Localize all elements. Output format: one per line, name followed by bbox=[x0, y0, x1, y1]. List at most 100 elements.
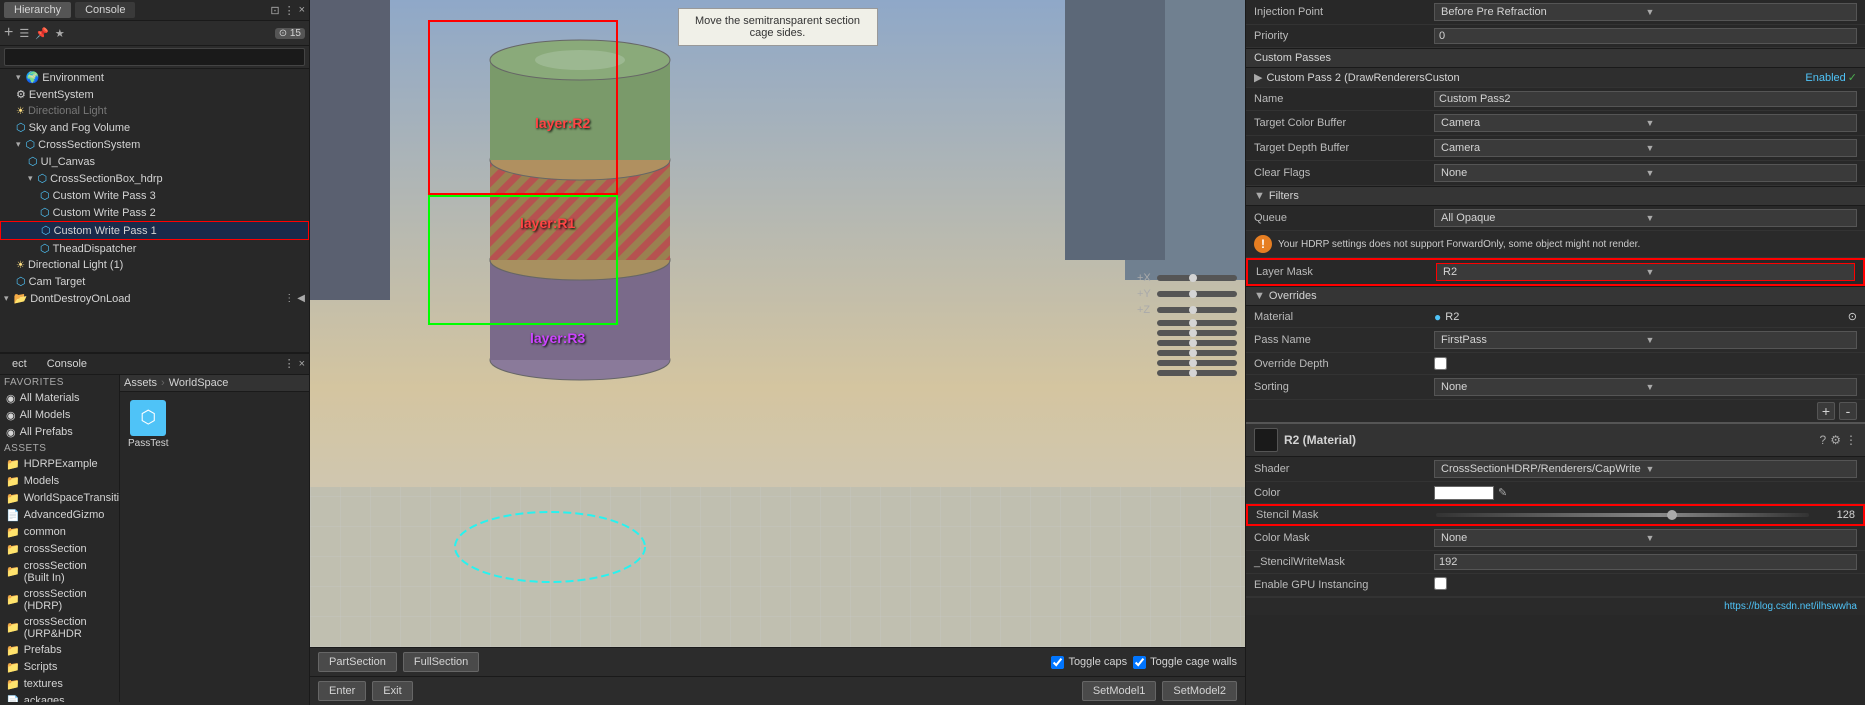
queue-dropdown[interactable]: All Opaque ▼ bbox=[1434, 209, 1857, 227]
eyedropper-icon[interactable]: ✎ bbox=[1498, 486, 1507, 499]
target-color-buffer-value: Camera bbox=[1441, 117, 1646, 129]
set-model2-button[interactable]: SetModel2 bbox=[1162, 681, 1237, 701]
z-axis-thumb bbox=[1189, 306, 1197, 314]
stencil-slider[interactable] bbox=[1436, 513, 1809, 517]
world-folder[interactable]: 📁 WorldSpaceTransitions bbox=[0, 490, 119, 507]
full-section-button[interactable]: FullSection bbox=[403, 652, 479, 672]
all-materials-item[interactable]: ◉ All Materials bbox=[0, 390, 119, 407]
pass-name-dropdown[interactable]: FirstPass ▼ bbox=[1434, 331, 1857, 349]
scripts-folder[interactable]: 📁 Scripts bbox=[0, 659, 119, 676]
close-panel-icon[interactable]: × bbox=[299, 4, 305, 16]
cross-urp-folder[interactable]: 📁 crossSection (URP&HDR bbox=[0, 614, 119, 642]
material-target-icon[interactable]: ⊙ bbox=[1848, 310, 1857, 323]
common-folder[interactable]: 📁 common bbox=[0, 524, 119, 541]
viewport-canvas[interactable]: Move the semitransparent section cage si… bbox=[310, 0, 1245, 647]
extra-slider-1[interactable] bbox=[1157, 320, 1237, 326]
models-folder[interactable]: 📁 Models bbox=[0, 473, 119, 490]
enable-gpu-checkbox[interactable] bbox=[1434, 577, 1447, 590]
hierarchy-item-pass3[interactable]: ⬡ Custom Write Pass 3 bbox=[0, 187, 309, 204]
asset-passtest[interactable]: ⬡ PassTest bbox=[124, 396, 173, 453]
triangle-icon: ▼ bbox=[1254, 190, 1265, 202]
shader-dropdown[interactable]: CrossSectionHDRP/Renderers/CapWrite ▼ bbox=[1434, 460, 1857, 478]
enter-button[interactable]: Enter bbox=[318, 681, 366, 701]
tab-hierarchy[interactable]: Hierarchy bbox=[4, 2, 71, 18]
hierarchy-item-evtsys[interactable]: ⚙ EventSystem bbox=[0, 86, 309, 103]
toggle-cage-walls-checkbox[interactable] bbox=[1133, 656, 1146, 669]
part-section-button[interactable]: PartSection bbox=[318, 652, 397, 672]
z-axis-slider[interactable] bbox=[1157, 307, 1237, 313]
hierarchy-item-dirlight2[interactable]: ☀ Directional Light (1) bbox=[0, 257, 309, 273]
hierarchy-item-uicanvas[interactable]: ⬡ UI_Canvas bbox=[0, 153, 309, 170]
hierarchy-item-env[interactable]: ▾ 🌍 Environment bbox=[0, 69, 309, 86]
stencil-write-mask-input[interactable] bbox=[1434, 554, 1857, 570]
extra-slider-4[interactable] bbox=[1157, 350, 1237, 356]
project-body: Favorites ◉ All Materials ◉ All Models ◉… bbox=[0, 375, 309, 703]
advgizmo-item[interactable]: 📄 AdvancedGizmo bbox=[0, 507, 119, 524]
extra-slider-6[interactable] bbox=[1157, 370, 1237, 376]
create-icon[interactable]: + bbox=[4, 24, 13, 42]
add-button[interactable]: + bbox=[1817, 402, 1835, 420]
layer-mask-dropdown[interactable]: R2 ▼ bbox=[1436, 263, 1855, 281]
stencil-thumb bbox=[1667, 510, 1677, 520]
material-more-button[interactable]: ⋮ bbox=[1845, 433, 1857, 447]
name-input[interactable] bbox=[1434, 91, 1857, 107]
extra-slider-2[interactable] bbox=[1157, 330, 1237, 336]
enable-gpu-row: Enable GPU Instancing bbox=[1246, 574, 1865, 597]
triangle-icon: ▼ bbox=[1254, 290, 1265, 302]
all-prefabs-item[interactable]: ◉ All Prefabs bbox=[0, 424, 119, 441]
project-menu-icon[interactable]: ⋮ bbox=[284, 357, 295, 370]
material-help-button[interactable]: ? bbox=[1820, 433, 1827, 447]
hierarchy-item-thread[interactable]: ⬡ TheadDispatcher bbox=[0, 240, 309, 257]
menu-icon[interactable]: ⋮ bbox=[284, 4, 295, 17]
prefabs-folder[interactable]: 📁 Prefabs bbox=[0, 642, 119, 659]
material-settings-button[interactable]: ⚙ bbox=[1830, 433, 1841, 447]
y-axis-slider[interactable] bbox=[1157, 291, 1237, 297]
material-block: R2 (Material) ? ⚙ ⋮ Shader CrossSectionH… bbox=[1246, 422, 1865, 615]
color-swatch[interactable] bbox=[1434, 486, 1494, 500]
clear-flags-dropdown[interactable]: None ▼ bbox=[1434, 164, 1857, 182]
cross-folder[interactable]: 📁 crossSection bbox=[0, 541, 119, 558]
hierarchy-item-crossbox[interactable]: ▾ ⬡ CrossSectionBox_hdrp bbox=[0, 170, 309, 187]
cross-builtin-folder[interactable]: 📁 crossSection (Built In) bbox=[0, 558, 119, 586]
project-sidebar: Favorites ◉ All Materials ◉ All Models ◉… bbox=[0, 375, 120, 703]
override-depth-checkbox[interactable] bbox=[1434, 357, 1447, 370]
textures-folder[interactable]: 📁 textures bbox=[0, 676, 119, 693]
cross-hdrp-folder[interactable]: 📁 crossSection (HDRP) bbox=[0, 586, 119, 614]
material-header: R2 (Material) ? ⚙ ⋮ bbox=[1246, 424, 1865, 457]
filter-icon[interactable]: ☰ bbox=[19, 27, 29, 40]
hierarchy-item-camtarget[interactable]: ⬡ Cam Target bbox=[0, 273, 309, 290]
extra-slider-5[interactable] bbox=[1157, 360, 1237, 366]
file-icon: 📄 bbox=[6, 509, 20, 522]
maximize-icon[interactable]: ⊡ bbox=[270, 4, 279, 17]
hdrp-folder[interactable]: 📁 HDRPExample bbox=[0, 456, 119, 473]
project-close-icon[interactable]: × bbox=[299, 358, 305, 370]
name-label: Name bbox=[1254, 93, 1434, 105]
tab-console[interactable]: Console bbox=[75, 2, 135, 18]
hierarchy-item-pass1[interactable]: ⬡ Custom Write Pass 1 bbox=[0, 221, 309, 240]
set-model1-button[interactable]: SetModel1 bbox=[1082, 681, 1157, 701]
layer-mask-label: Layer Mask bbox=[1256, 266, 1436, 278]
injection-point-dropdown[interactable]: Before Pre Refraction ▼ bbox=[1434, 3, 1857, 21]
search-input[interactable] bbox=[4, 48, 305, 66]
folder-icon: 📁 bbox=[6, 475, 20, 488]
pin-icon[interactable]: 📌 bbox=[35, 27, 49, 40]
hierarchy-item-pass2[interactable]: ⬡ Custom Write Pass 2 bbox=[0, 204, 309, 221]
x-axis-slider[interactable] bbox=[1157, 275, 1237, 281]
packages-item[interactable]: 📄 ackages bbox=[0, 693, 119, 703]
target-color-buffer-dropdown[interactable]: Camera ▼ bbox=[1434, 114, 1857, 132]
hierarchy-item-cross[interactable]: ▾ ⬡ CrossSectionSystem bbox=[0, 136, 309, 153]
sorting-dropdown[interactable]: None ▼ bbox=[1434, 378, 1857, 396]
footer-url[interactable]: https://blog.csdn.net/ilhswwha bbox=[1246, 597, 1865, 615]
toggle-caps-checkbox[interactable] bbox=[1051, 656, 1064, 669]
hierarchy-item-dontdestroy[interactable]: ▾ 📂 DontDestroyOnLoad ⋮ ◀ bbox=[0, 290, 309, 307]
priority-input[interactable]: 0 bbox=[1434, 28, 1857, 44]
extra-slider-3[interactable] bbox=[1157, 340, 1237, 346]
target-depth-buffer-dropdown[interactable]: Camera ▼ bbox=[1434, 139, 1857, 157]
remove-button[interactable]: - bbox=[1839, 402, 1857, 420]
color-mask-dropdown[interactable]: None ▼ bbox=[1434, 529, 1857, 547]
all-models-item[interactable]: ◉ All Models bbox=[0, 407, 119, 424]
star-icon[interactable]: ★ bbox=[55, 27, 65, 40]
exit-button[interactable]: Exit bbox=[372, 681, 412, 701]
hierarchy-item-dirlight[interactable]: ☀ Directional Light bbox=[0, 103, 309, 119]
hierarchy-item-skyfog[interactable]: ⬡ Sky and Fog Volume bbox=[0, 119, 309, 136]
